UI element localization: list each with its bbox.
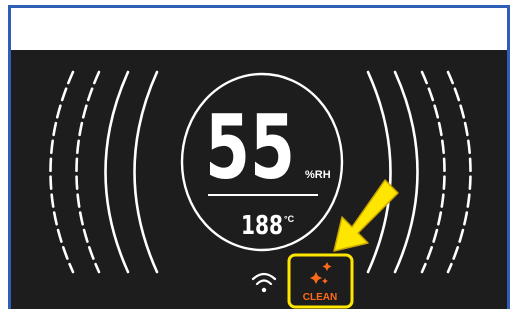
right-arc-group xyxy=(366,70,472,274)
sparkle-icon xyxy=(310,262,332,284)
display-graphics: 55 %RH 188 °C CLEAN xyxy=(49,70,472,309)
right-arc-1 xyxy=(366,70,392,274)
temperature-unit: °C xyxy=(284,214,295,224)
left-arc-3 xyxy=(104,70,130,274)
right-arc-3 xyxy=(420,70,446,274)
right-arc-4 xyxy=(446,70,472,274)
clean-indicator[interactable]: CLEAN xyxy=(303,262,337,303)
left-arc-1 xyxy=(49,70,75,274)
humidity-value: 55 xyxy=(205,96,295,199)
left-arc-2 xyxy=(75,70,101,274)
wifi-icon xyxy=(251,272,277,293)
temperature-value: 188 xyxy=(241,211,283,241)
right-arc-2 xyxy=(393,70,419,274)
clean-label: CLEAN xyxy=(303,292,337,303)
left-arc-4 xyxy=(133,70,159,274)
arrow-down-left-icon xyxy=(333,179,399,252)
left-arc-group xyxy=(49,70,159,274)
humidity-unit: %RH xyxy=(305,169,331,181)
